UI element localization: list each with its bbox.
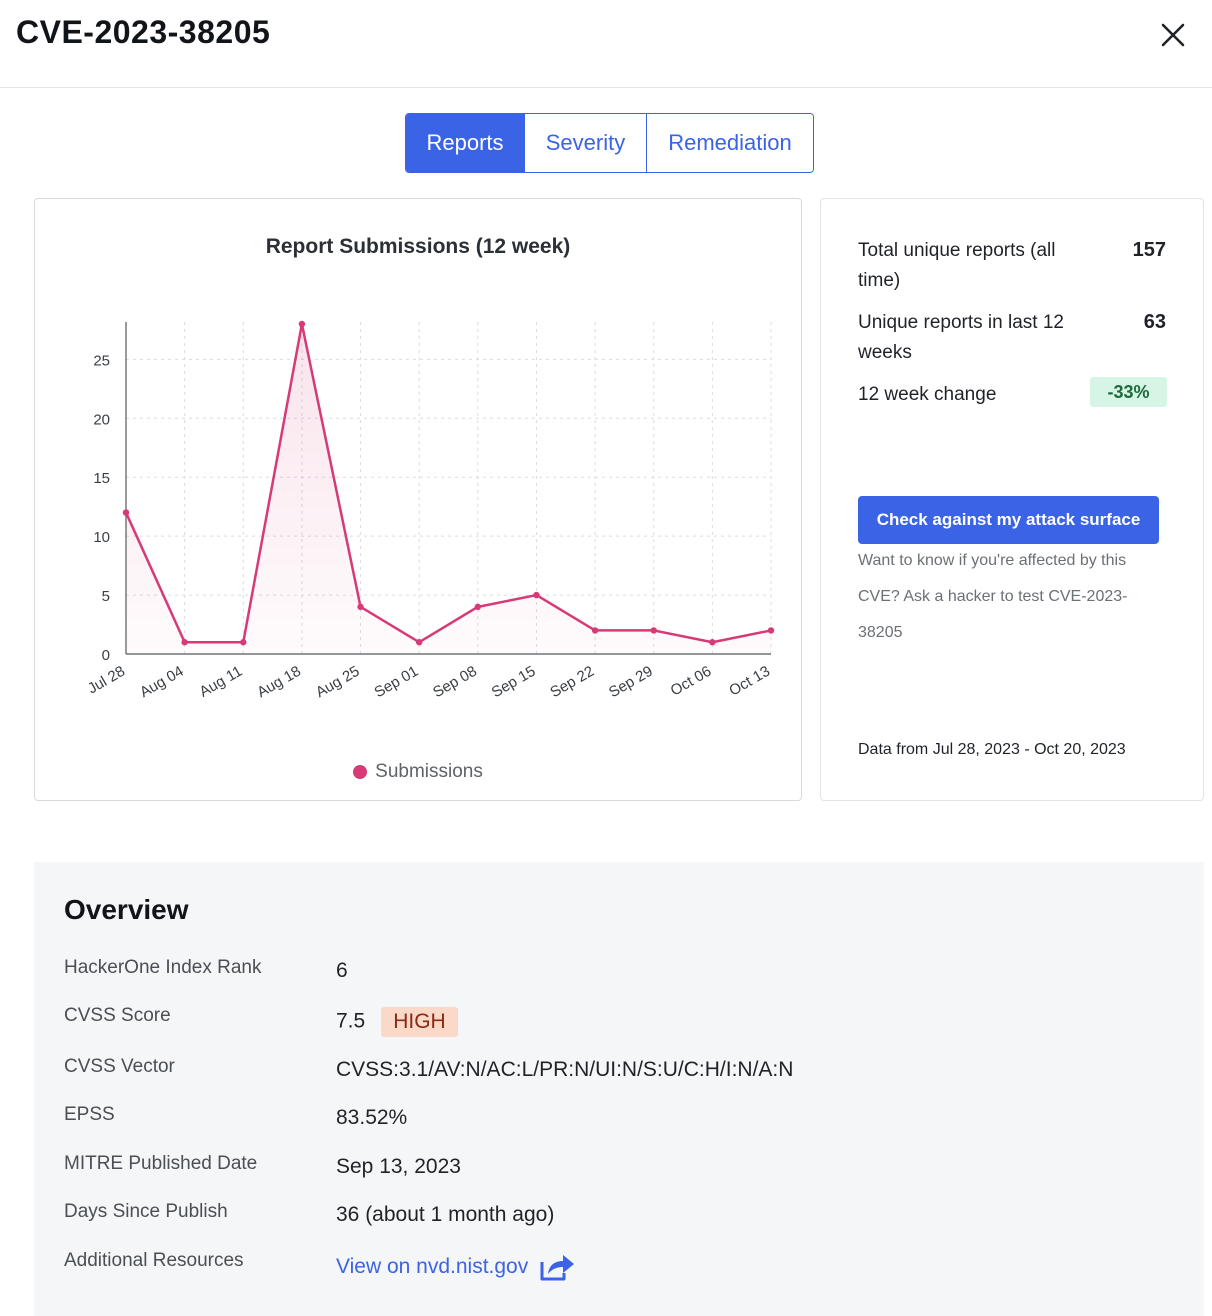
x-tick-label: Jul 28: [85, 663, 128, 698]
overview-section: Overview HackerOne Index Rank 6 CVSS Sco…: [34, 862, 1204, 1316]
legend-label: Submissions: [375, 761, 483, 782]
data-point: [298, 320, 306, 328]
data-range-text: Data from Jul 28, 2023 - Oct 20, 2023: [858, 741, 1126, 758]
x-tick-label: Aug 18: [254, 663, 304, 701]
data-point: [357, 603, 364, 611]
stats-card: Total unique reports (all time) 157 Uniq…: [820, 198, 1204, 801]
y-tick-label: 5: [102, 588, 110, 605]
resources-value: View on nvd.nist.gov: [336, 1252, 576, 1282]
overview-row-resources: Additional Resources View on nvd.nist.go…: [64, 1250, 1164, 1286]
x-tick-label: Aug 25: [313, 663, 363, 701]
y-tick-label: 20: [93, 411, 110, 428]
y-tick-label: 10: [93, 529, 110, 546]
rank-value: 6: [336, 959, 348, 982]
days-since-value: 36 (about 1 month ago): [336, 1203, 555, 1226]
data-point: [533, 591, 540, 599]
x-tick-label: Sep 01: [372, 663, 422, 701]
total-reports-value: 157: [1132, 239, 1166, 261]
chart-legend[interactable]: Submissions: [35, 761, 801, 783]
overview-row-epss: EPSS 83.52%: [64, 1104, 1164, 1140]
overview-row-cvss-score: CVSS Score 7.5 HIGH: [64, 1005, 1164, 1041]
chart-card: Report Submissions (12 week) 0 5 10 15 20 25 J…: [34, 198, 802, 801]
cvss-score-value: 7.5: [336, 1009, 366, 1033]
overview-title: Overview: [64, 894, 189, 925]
overview-row-rank: HackerOne Index Rank 6: [64, 957, 1164, 993]
page-title: CVE-2023-38205: [16, 14, 271, 50]
y-tick-label: 15: [93, 470, 110, 487]
change-label: 12 week change: [858, 384, 997, 405]
check-attack-surface-button[interactable]: Check against my attack surface: [858, 496, 1159, 544]
submissions-chart: 0 5 10 15 20 25 Jul 28 Aug 04 Aug 11 Aug 18 Aug 25…: [85, 320, 775, 701]
published-date-value: Sep 13, 2023: [336, 1155, 461, 1178]
data-point: [591, 627, 599, 634]
x-tick-label: Sep 22: [547, 663, 597, 701]
cvss-score-value-wrap: 7.5 HIGH: [336, 1007, 458, 1037]
data-point: [767, 627, 775, 634]
resources-label: Additional Resources: [64, 1250, 244, 1271]
published-date-label: MITRE Published Date: [64, 1153, 258, 1174]
days-since-label: Days Since Publish: [64, 1201, 228, 1222]
tab-remediation[interactable]: Remediation: [647, 114, 813, 172]
data-point: [240, 639, 247, 646]
x-tick-label: Sep 29: [606, 663, 656, 701]
cvss-vector-value: CVSS:3.1/AV:N/AC:L/PR:N/UI:N/S:U/C:H/I:N…: [336, 1058, 794, 1081]
tab-severity[interactable]: Severity: [525, 114, 647, 172]
overview-row-days-since: Days Since Publish 36 (about 1 month ago…: [64, 1201, 1164, 1237]
cvss-score-label: CVSS Score: [64, 1005, 171, 1026]
cvss-vector-label: CVSS Vector: [64, 1056, 175, 1077]
series-line: [124, 322, 772, 644]
recent-reports-label: Unique reports in last 12 weeks: [858, 312, 1064, 363]
tab-reports[interactable]: Reports: [406, 114, 525, 172]
x-tick-label: Aug 11: [197, 663, 246, 701]
y-tick-label: 25: [93, 352, 110, 369]
total-reports-label: Total unique reports (all time): [858, 240, 1056, 291]
data-point: [474, 603, 482, 611]
epss-value: 83.52%: [336, 1106, 408, 1129]
overview-row-cvss-vector: CVSS Vector CVSS:3.1/AV:N/AC:L/PR:N/UI:N…: [64, 1056, 1164, 1092]
nvd-link-label: View on nvd.nist.gov: [336, 1255, 529, 1278]
data-point: [650, 627, 657, 634]
data-point: [709, 639, 716, 646]
tab-group: Reports Severity Remediation: [405, 113, 814, 173]
data-point: [181, 639, 188, 646]
modal-header: CVE-2023-38205: [0, 0, 1212, 88]
close-icon: [1161, 23, 1185, 47]
x-tick-label: Sep 08: [430, 663, 480, 701]
nvd-link[interactable]: View on nvd.nist.gov: [336, 1252, 576, 1282]
data-point: [415, 639, 423, 646]
severity-badge: HIGH: [381, 1007, 458, 1037]
cta-help-text: Want to know if you're affected by this …: [858, 552, 1128, 641]
x-tick-label: Oct 06: [668, 663, 715, 700]
rank-label: HackerOne Index Rank: [64, 957, 262, 978]
close-button[interactable]: [1154, 16, 1192, 54]
recent-reports-value: 63: [1143, 311, 1166, 333]
y-tick-label: 0: [102, 647, 110, 664]
external-link-icon: [540, 1255, 575, 1281]
x-tick-label: Aug 04: [137, 663, 187, 701]
change-badge: -33%: [1090, 377, 1167, 407]
x-tick-label: Oct 13: [726, 663, 773, 700]
legend-dot-icon: [353, 765, 368, 779]
data-point: [122, 509, 130, 516]
series-area: [126, 324, 771, 654]
x-tick-label: Sep 15: [489, 663, 539, 701]
overview-row-published: MITRE Published Date Sep 13, 2023: [64, 1153, 1164, 1189]
epss-label: EPSS: [64, 1104, 115, 1125]
